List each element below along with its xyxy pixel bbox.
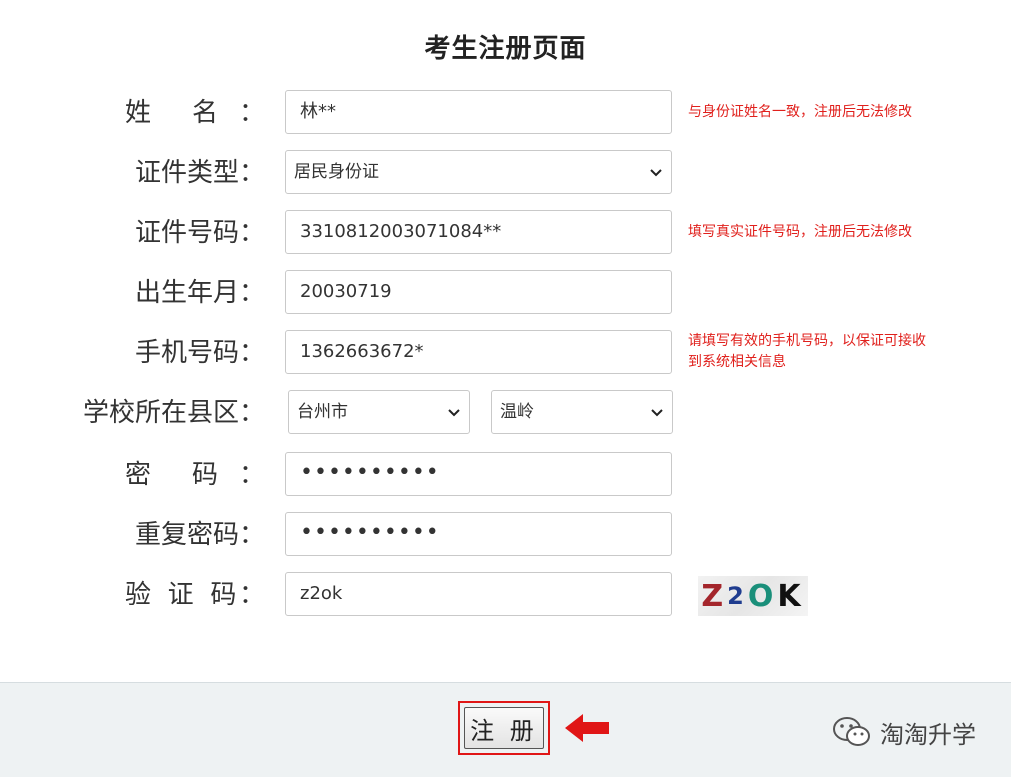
brand-name: 淘淘升学 bbox=[880, 720, 976, 749]
password-input[interactable]: •••••••••• bbox=[285, 452, 672, 496]
row-id-type: 证件类型： 居民身份证 bbox=[0, 150, 1011, 196]
phone-hint: 请填写有效的手机号码，以保证可接收 到系统相关信息 bbox=[688, 333, 926, 370]
city-select[interactable]: 台州市 bbox=[288, 390, 470, 434]
chevron-down-icon bbox=[651, 409, 663, 417]
id-type-selected: 居民身份证 bbox=[294, 162, 379, 182]
row-name: 姓 名 ： 林** 与身份证姓名一致，注册后无法修改 bbox=[0, 90, 1011, 136]
chevron-down-icon bbox=[448, 409, 460, 417]
row-birth: 出生年月： 20030719 bbox=[0, 270, 1011, 316]
submit-highlight: 注 册 bbox=[458, 701, 550, 755]
password-label: 密 码 ： bbox=[125, 460, 265, 490]
row-id-number: 证件号码： 3310812003071084** 填写真实证件号码，注册后无法修… bbox=[0, 210, 1011, 256]
city-selected: 台州市 bbox=[297, 402, 348, 422]
row-password-repeat: 重复密码： •••••••••• bbox=[0, 512, 1011, 558]
district-selected: 温岭 bbox=[500, 402, 534, 422]
name-label: 姓 名 ： bbox=[125, 98, 265, 128]
captcha-input[interactable]: z2ok bbox=[285, 572, 672, 616]
id-type-select[interactable]: 居民身份证 bbox=[285, 150, 672, 194]
chevron-down-icon bbox=[650, 169, 662, 177]
row-password: 密 码 ： •••••••••• bbox=[0, 452, 1011, 498]
name-hint: 与身份证姓名一致，注册后无法修改 bbox=[688, 104, 912, 120]
county-label: 学校所在县区： bbox=[82, 398, 265, 428]
captcha-image[interactable]: Z 2 O K bbox=[698, 576, 808, 616]
name-input[interactable]: 林** bbox=[285, 90, 672, 134]
id-type-label: 证件类型： bbox=[134, 158, 265, 188]
id-number-label: 证件号码： bbox=[134, 218, 265, 248]
arrow-left-icon bbox=[565, 714, 609, 742]
birth-input[interactable]: 20030719 bbox=[285, 270, 672, 314]
password-repeat-input[interactable]: •••••••••• bbox=[285, 512, 672, 556]
district-select[interactable]: 温岭 bbox=[491, 390, 673, 434]
id-number-input[interactable]: 3310812003071084** bbox=[285, 210, 672, 254]
register-button[interactable]: 注 册 bbox=[464, 707, 544, 749]
row-county: 学校所在县区： 台州市 温岭 bbox=[0, 390, 1011, 436]
captcha-label: 验 证 码 ： bbox=[125, 580, 265, 610]
phone-label: 手机号码： bbox=[134, 338, 265, 368]
row-captcha: 验 证 码 ： z2ok bbox=[0, 572, 1011, 618]
password-repeat-label: 重复密码： bbox=[134, 520, 265, 550]
row-phone: 手机号码： 1362663672* 请填写有效的手机号码，以保证可接收 到系统相… bbox=[0, 330, 1011, 376]
page-title: 考生注册页面 bbox=[424, 34, 587, 64]
birth-label: 出生年月： bbox=[134, 278, 265, 308]
wechat-icon bbox=[833, 717, 870, 746]
phone-input[interactable]: 1362663672* bbox=[285, 330, 672, 374]
id-number-hint: 填写真实证件号码，注册后无法修改 bbox=[688, 224, 912, 240]
brand-watermark: 淘淘升学 bbox=[832, 712, 976, 752]
